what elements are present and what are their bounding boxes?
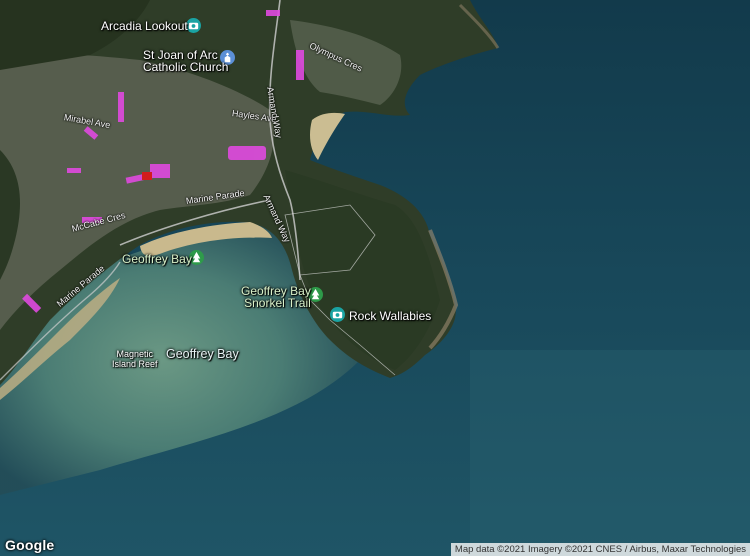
snorkel-label-line2: Snorkel Trail — [244, 296, 311, 310]
map-attribution[interactable]: Map data ©2021 Imagery ©2021 CNES / Airb… — [450, 543, 750, 556]
place-label-rock-wallabies[interactable]: Rock Wallabies — [349, 309, 431, 323]
place-label-geoffrey-bay[interactable]: Geoffrey Bay — [122, 252, 192, 266]
area-label-reef: Magnetic Island Reef — [112, 349, 158, 369]
satellite-map[interactable]: Arcadia Lookout St Joan of Arc Catholic … — [0, 0, 750, 556]
reef-label-line2: Island Reef — [112, 359, 158, 369]
map-imagery — [0, 0, 750, 556]
church-label-line2: Catholic Church — [143, 60, 229, 74]
camera-icon[interactable] — [186, 18, 201, 33]
camera-icon[interactable] — [330, 307, 345, 322]
place-label-arcadia-lookout[interactable]: Arcadia Lookout — [101, 19, 188, 33]
place-label-snorkel-trail[interactable]: Geoffrey Bay Snorkel Trail — [241, 285, 311, 309]
place-label-church[interactable]: St Joan of Arc Catholic Church — [143, 49, 228, 73]
reef-label-line1: Magnetic — [116, 349, 154, 359]
google-logo: Google — [5, 537, 55, 553]
area-label-bay: Geoffrey Bay — [166, 347, 239, 361]
